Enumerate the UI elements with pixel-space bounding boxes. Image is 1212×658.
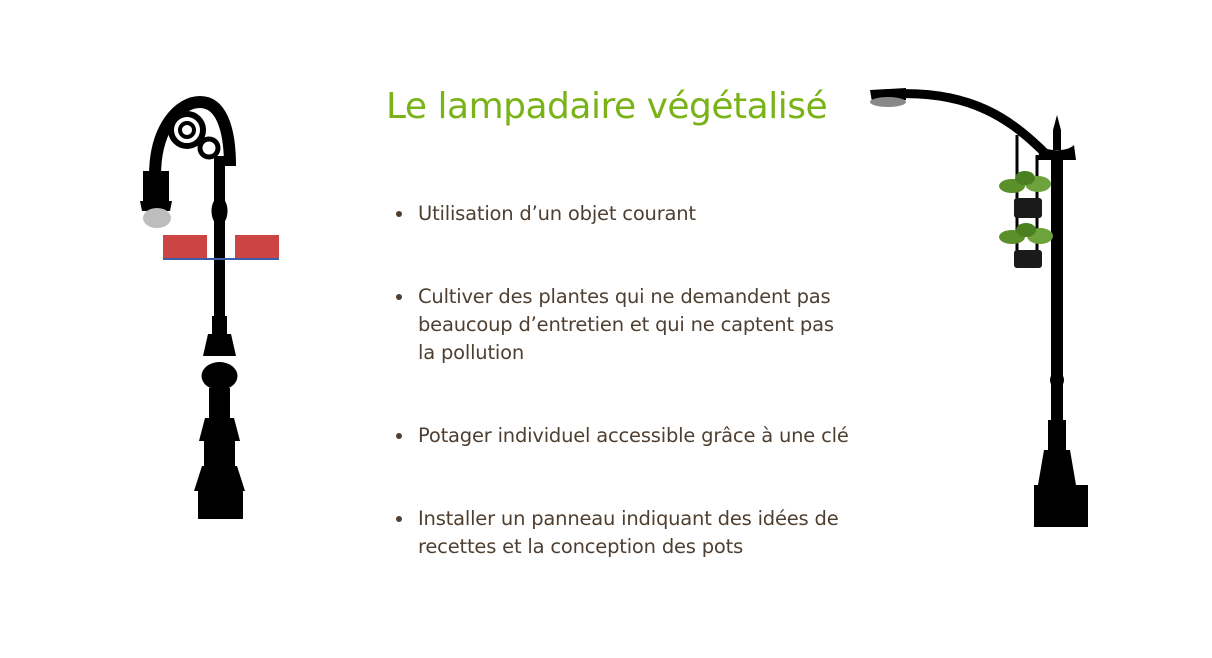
bullet-list: Utilisation d’un objet courant Cultiver … <box>396 200 856 561</box>
bullet-text: Cultiver des plantes qui ne demandent pa… <box>418 285 834 364</box>
bullet-text: Utilisation d’un objet courant <box>418 202 696 225</box>
planted-lamppost-image <box>862 80 1102 544</box>
bullet-item: Cultiver des plantes qui ne demandent pa… <box>396 283 856 367</box>
bullet-text: Potager individuel accessible grâce à un… <box>418 424 849 447</box>
bullet-item: Utilisation d’un objet courant <box>396 200 856 228</box>
bullet-item: Potager individuel accessible grâce à un… <box>396 422 856 450</box>
bullet-icon <box>396 211 402 217</box>
bullet-icon <box>396 294 402 300</box>
slide: Le lampadaire végétalisé Utilisation d’u… <box>0 0 1212 658</box>
bullet-icon <box>396 433 402 439</box>
bullet-icon <box>396 516 402 522</box>
bullet-item: Installer un panneau indiquant des idées… <box>396 505 856 561</box>
slide-title: Le lampadaire végétalisé <box>386 86 828 127</box>
bullet-text: Installer un panneau indiquant des idées… <box>418 507 839 558</box>
ornate-lamppost-image <box>130 95 290 530</box>
